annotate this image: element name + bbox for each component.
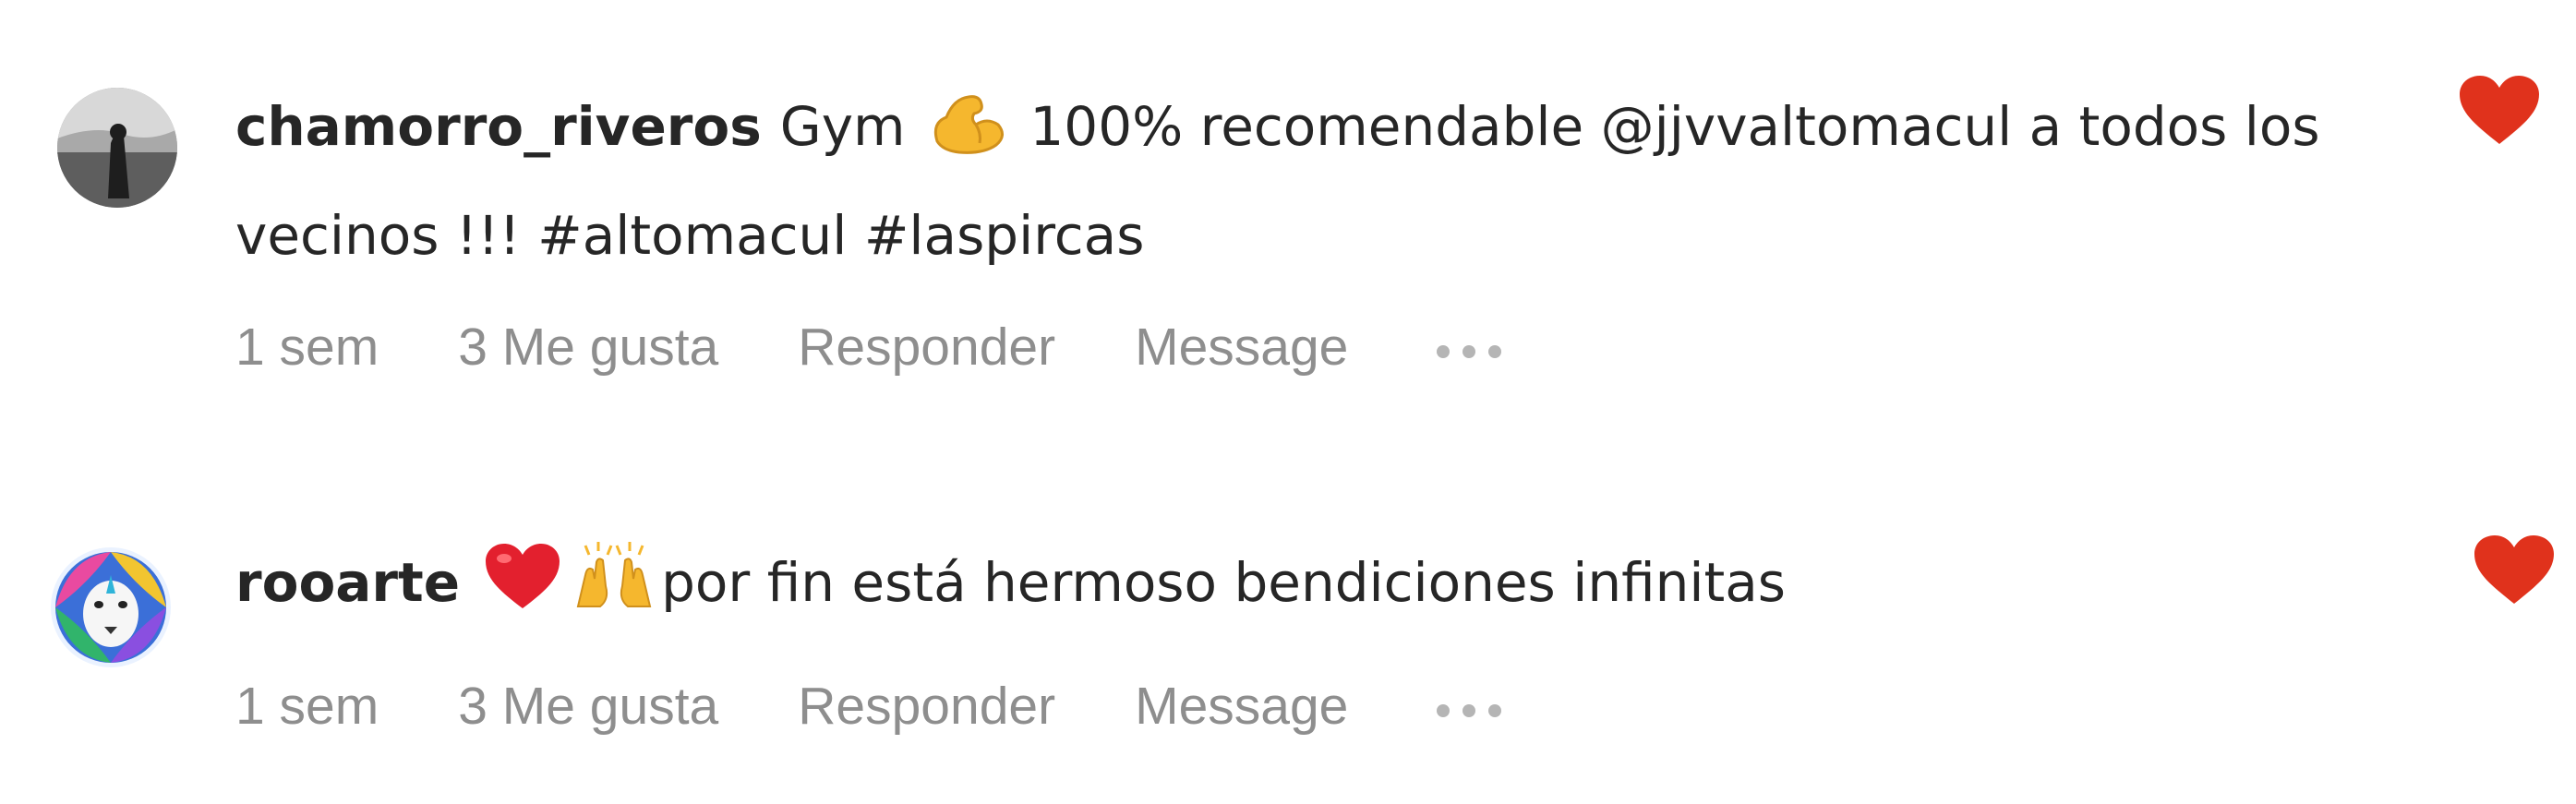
message-button[interactable]: Message: [1135, 676, 1348, 737]
lion-avatar-icon: [51, 547, 171, 667]
comment-timestamp: 1 sem: [235, 677, 379, 736]
red-heart-emoji-icon: [484, 542, 561, 642]
comment-text: chamorro_riveros Gym 100% recomendable @j…: [235, 78, 2387, 284]
comment-likes-count[interactable]: 3 Me gusta: [458, 317, 718, 378]
raising-hands-emoji-icon: [572, 542, 656, 642]
user-avatar[interactable]: [51, 547, 171, 667]
comment-text: rooarte por fin está hermoso bendiciones…: [235, 534, 2387, 642]
comment-body-start: Gym: [779, 95, 906, 158]
comment-actions: 1 sem 3 Me gusta Responder Message: [235, 310, 1502, 384]
message-button[interactable]: Message: [1135, 317, 1348, 378]
more-options-icon[interactable]: [1437, 336, 1502, 358]
more-options-icon[interactable]: [1437, 695, 1502, 717]
comment-username[interactable]: rooarte: [235, 551, 460, 614]
heart-icon[interactable]: [2473, 534, 2556, 607]
comment-username[interactable]: chamorro_riveros: [235, 95, 762, 158]
comment-actions: 1 sem 3 Me gusta Responder Message: [235, 669, 1502, 743]
avatar-photo-icon: [57, 88, 177, 208]
comment-item: rooarte por fin está hermoso bendiciones…: [0, 462, 2576, 804]
comment-body: por fin está hermoso bendiciones infinit…: [661, 551, 1786, 614]
comment-timestamp: 1 sem: [235, 318, 379, 377]
comment-likes-count[interactable]: 3 Me gusta: [458, 676, 718, 737]
user-avatar[interactable]: [57, 88, 177, 208]
heart-icon[interactable]: [2458, 74, 2541, 148]
flexed-biceps-emoji-icon: [928, 89, 1007, 186]
reply-button[interactable]: Responder: [798, 676, 1055, 737]
reply-button[interactable]: Responder: [798, 317, 1055, 378]
comment-item: chamorro_riveros Gym 100% recomendable @j…: [0, 0, 2576, 425]
